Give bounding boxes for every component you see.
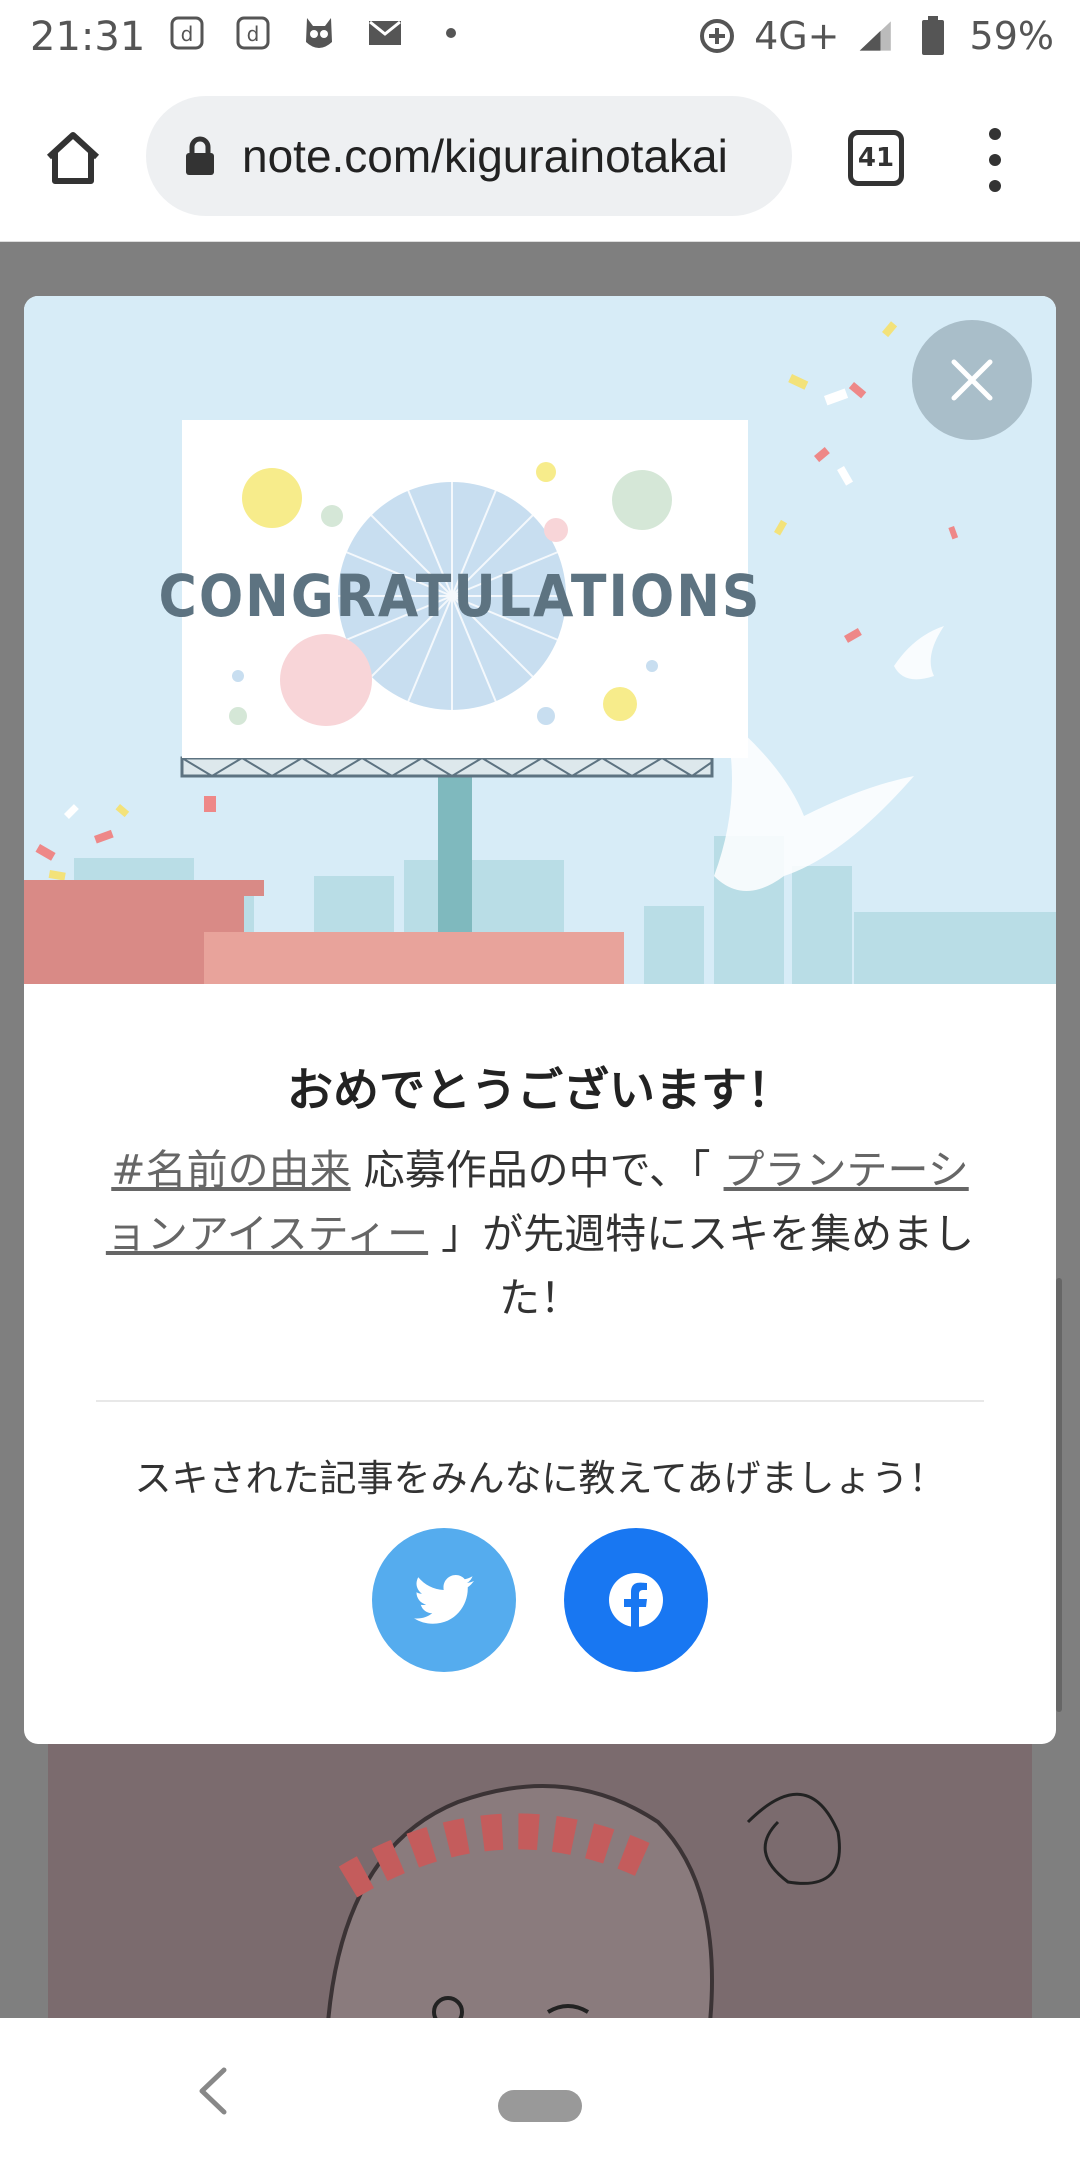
message-text-2: 」が先週特にスキを集めました！ [428, 1210, 975, 1322]
modal-message: #名前の由来 応募作品の中で、「 プランテーションアイスティー 」が先週特にスキ… [104, 1138, 976, 1330]
scrollbar[interactable] [1056, 1278, 1062, 1712]
back-icon [199, 2067, 227, 2115]
dot-icon [432, 14, 470, 52]
notification-icons: d d [168, 14, 470, 52]
battery-icon [914, 16, 952, 55]
share-prompt: スキされた記事をみんなに教えてあげましょう！ [134, 1457, 946, 1500]
d-app-icon: d [234, 14, 272, 52]
background-article-image [48, 1742, 1032, 2018]
browser-toolbar: note.com/kigurainotakai 41 [0, 74, 1080, 242]
mail-icon [366, 14, 404, 52]
menu-dot [989, 154, 1001, 166]
twitter-icon [414, 1575, 474, 1624]
close-button[interactable] [912, 320, 1032, 440]
tab-count: 41 [857, 143, 895, 173]
network-type: 4G+ [754, 14, 840, 58]
signal-icon [858, 17, 896, 55]
divider [96, 1400, 984, 1402]
battery-percent: 59% [969, 14, 1054, 58]
modal-title: おめでとうございます！ [287, 1063, 793, 1117]
home-icon [46, 132, 100, 184]
lock-icon [186, 136, 214, 175]
menu-dot [989, 128, 1001, 140]
status-bar: 21:31 d d 4G+ 59% [0, 0, 1080, 74]
svg-text:d: d [181, 22, 194, 46]
close-icon [951, 359, 993, 401]
message-text-1: 応募作品の中で、「 [350, 1146, 724, 1194]
owl-app-icon [300, 14, 338, 52]
home-gesture-pill[interactable] [498, 2090, 582, 2122]
tab-switcher-button[interactable]: 41 [848, 130, 904, 186]
facebook-share-button[interactable] [564, 1528, 708, 1672]
url-text: note.com/kigurainotakai [242, 130, 728, 182]
svg-text:d: d [247, 22, 260, 46]
system-navigation-bar [0, 2018, 1080, 2160]
congratulations-modal: CONGRATULATIONS おめでとうございます！ #名前の由来 応募作品の… [24, 296, 1056, 1744]
menu-dot [989, 180, 1001, 192]
d-app-icon: d [168, 14, 206, 52]
twitter-share-button[interactable] [372, 1528, 516, 1672]
status-time: 21:31 [30, 14, 146, 60]
facebook-icon [609, 1573, 663, 1629]
data-saver-icon [698, 17, 736, 55]
status-right: 4G+ 59% [698, 14, 1054, 58]
home-button[interactable] [38, 122, 108, 192]
congratulations-illustration: CONGRATULATIONS [24, 296, 1056, 984]
back-button[interactable] [194, 2066, 234, 2116]
hashtag-link[interactable]: #名前の由来 [111, 1146, 350, 1194]
congratulations-banner-text: CONGRATULATIONS [159, 562, 762, 630]
overflow-menu-button[interactable] [978, 128, 1012, 192]
address-bar[interactable]: note.com/kigurainotakai [146, 96, 792, 216]
